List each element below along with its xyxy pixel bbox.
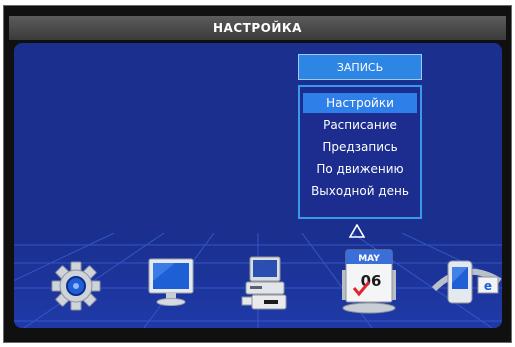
menu-item-settings[interactable]: Настройки	[303, 93, 417, 113]
calendar-icon[interactable]: MAY 06	[336, 244, 402, 316]
calendar-month: MAY	[358, 254, 380, 264]
menu-item-schedule[interactable]: Расписание	[303, 115, 417, 135]
page-title: НАСТРОЙКА	[9, 16, 506, 40]
submenu-title: ЗАПИСЬ	[298, 54, 422, 80]
network-icon[interactable]: e	[428, 255, 502, 311]
menu-item-motion[interactable]: По движению	[303, 159, 417, 179]
up-triangle-icon	[349, 224, 365, 238]
svg-text:e: e	[484, 279, 492, 293]
gear-icon[interactable]	[50, 260, 102, 312]
menu-item-prerecord[interactable]: Предзапись	[303, 137, 417, 157]
record-submenu: ЗАПИСЬ Настройки Расписание Предзапись П…	[298, 54, 422, 219]
computer-icon[interactable]	[240, 255, 292, 311]
monitor-icon[interactable]	[145, 257, 197, 307]
menu-item-holiday[interactable]: Выходной день	[303, 181, 417, 201]
submenu-list: Настройки Расписание Предзапись По движе…	[298, 85, 422, 219]
